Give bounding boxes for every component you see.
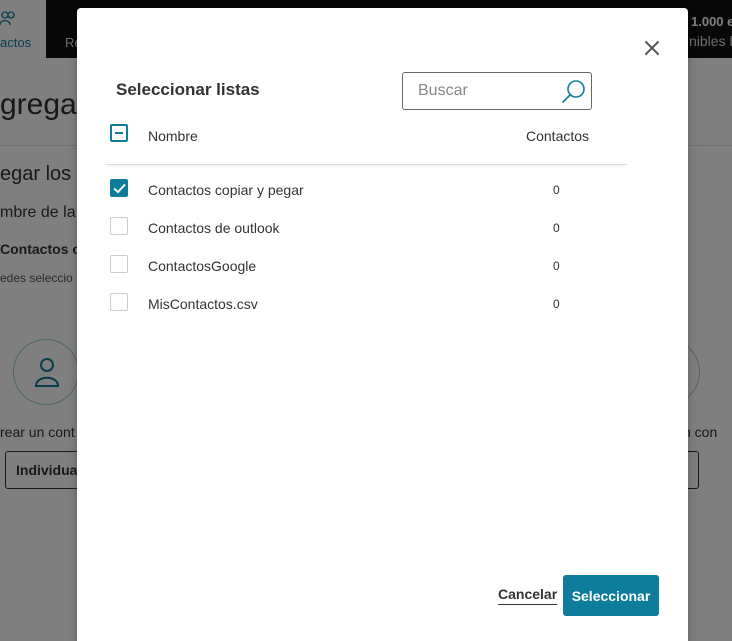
search-icon[interactable] <box>561 79 587 105</box>
list-row[interactable]: ContactosGoogle 0 <box>105 250 627 288</box>
row-checkbox[interactable] <box>110 293 128 311</box>
row-checkbox[interactable] <box>110 255 128 273</box>
list-row[interactable]: MisContactos.csv 0 <box>105 288 627 326</box>
list-row[interactable]: Contactos copiar y pegar 0 <box>105 174 627 212</box>
select-button[interactable]: Seleccionar <box>563 575 659 616</box>
checkmark-icon <box>113 183 126 194</box>
list-name: MisContactos.csv <box>148 296 258 312</box>
column-header-contacts: Contactos <box>526 128 590 144</box>
list-name: Contactos copiar y pegar <box>148 182 304 198</box>
close-button[interactable] <box>642 38 662 58</box>
row-checkbox[interactable] <box>110 217 128 235</box>
select-all-checkbox[interactable] <box>110 124 128 142</box>
list-contact-count: 0 <box>553 221 560 235</box>
list-name: Contactos de outlook <box>148 220 280 236</box>
column-header-name: Nombre <box>148 128 198 144</box>
dialog-title: Seleccionar listas <box>116 80 260 99</box>
list-name: ContactosGoogle <box>148 258 257 274</box>
search-input[interactable] <box>403 73 553 109</box>
list-contact-count: 0 <box>553 297 560 311</box>
close-icon <box>645 41 659 55</box>
search-box <box>402 72 592 110</box>
select-lists-dialog: Seleccionar listas Nombre Contactos Cont… <box>77 8 688 641</box>
table-header: Nombre Contactos <box>105 120 627 165</box>
list-row[interactable]: Contactos de outlook 0 <box>105 212 627 250</box>
row-checkbox[interactable] <box>110 179 128 197</box>
cancel-button[interactable]: Cancelar <box>498 586 558 605</box>
list-contact-count: 0 <box>553 183 560 197</box>
list-contact-count: 0 <box>553 259 560 273</box>
